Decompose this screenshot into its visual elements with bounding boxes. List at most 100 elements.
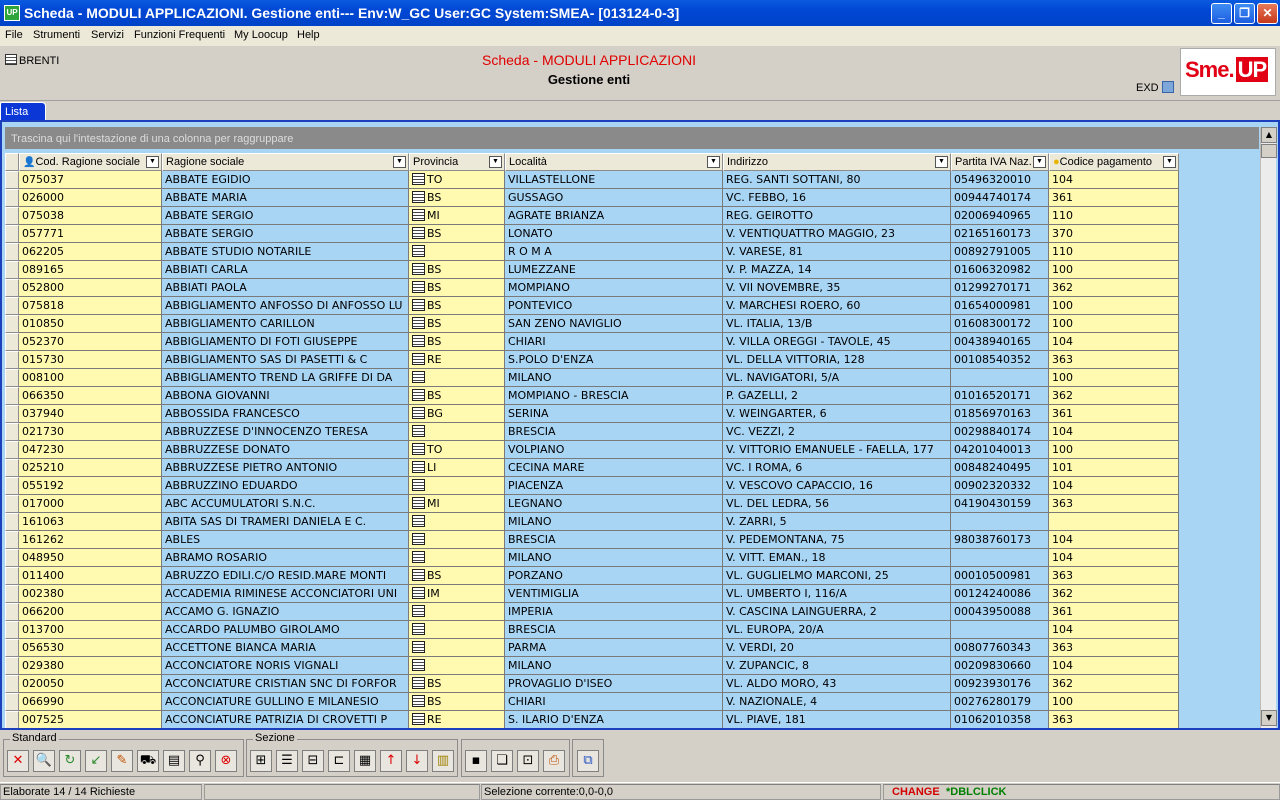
table-cell[interactable]: 02006940965 xyxy=(951,207,1049,225)
table-cell[interactable]: ABITA SAS DI TRAMERI DANIELA E C. xyxy=(162,513,409,531)
table-cell[interactable]: BRESCIA xyxy=(505,531,723,549)
table-cell[interactable]: VENTIMIGLIA xyxy=(505,585,723,603)
table-cell[interactable]: 00108540352 xyxy=(951,351,1049,369)
table-cell[interactable]: 01606320982 xyxy=(951,261,1049,279)
table-cell[interactable]: 370 xyxy=(1049,225,1179,243)
table-cell[interactable]: MILANO xyxy=(505,369,723,387)
column-header[interactable]: ●Codice pagamento ▼ xyxy=(1049,153,1179,171)
table-cell[interactable]: ABBIGLIAMENTO ANFOSSO DI ANFOSSO LU xyxy=(162,297,409,315)
table-cell[interactable]: 026000 xyxy=(19,189,162,207)
table-cell[interactable]: 04190430159 xyxy=(951,495,1049,513)
table-cell[interactable]: 037940 xyxy=(19,405,162,423)
table-cell[interactable]: BS xyxy=(409,279,505,297)
row-selector[interactable] xyxy=(5,333,19,351)
row-selector[interactable] xyxy=(5,603,19,621)
table-cell[interactable]: V. VESCOVO CAPACCIO, 16 xyxy=(723,477,951,495)
column-header[interactable]: Partita IVA Naz. ▼ xyxy=(951,153,1049,171)
row-selector[interactable] xyxy=(5,621,19,639)
windows-icon[interactable]: ⧉ xyxy=(577,750,599,772)
table-cell[interactable]: RE xyxy=(409,351,505,369)
filter-dropdown-icon[interactable]: ▼ xyxy=(489,156,502,168)
column-header[interactable]: 👤Cod. Ragione sociale ▼ xyxy=(19,153,162,171)
table-row[interactable]: 013700 ACCARDO PALUMBO GIROLAMO BRESCIA VL.… xyxy=(5,621,1259,639)
row-selector[interactable] xyxy=(5,207,19,225)
table-row[interactable]: 075037 ABBATE EGIDIO TO VILLASTELLONE REG. S… xyxy=(5,171,1259,189)
table-row[interactable]: 161262 ABLES BRESCIA V. PEDEMONTANA, 75 9803… xyxy=(5,531,1259,549)
table-cell[interactable]: 362 xyxy=(1049,279,1179,297)
table-cell[interactable]: V. VENTIQUATTRO MAGGIO, 23 xyxy=(723,225,951,243)
table-cell[interactable] xyxy=(951,549,1049,567)
table-cell[interactable]: 066200 xyxy=(19,603,162,621)
table-cell[interactable]: 104 xyxy=(1049,531,1179,549)
column-header[interactable]: Ragione sociale ▼ xyxy=(162,153,409,171)
row-selector[interactable] xyxy=(5,243,19,261)
table-row[interactable]: 015730 ABBIGLIAMENTO SAS DI PASETTI & C RE… xyxy=(5,351,1259,369)
row-selector[interactable] xyxy=(5,189,19,207)
table-cell[interactable]: BS xyxy=(409,675,505,693)
table-cell[interactable]: 01062010358 xyxy=(951,711,1049,728)
table-cell[interactable]: 363 xyxy=(1049,351,1179,369)
row-selector[interactable] xyxy=(5,261,19,279)
table-cell[interactable]: 047230 xyxy=(19,441,162,459)
table-cell[interactable]: 066350 xyxy=(19,387,162,405)
table-cell[interactable]: VL. EUROPA, 20/A xyxy=(723,621,951,639)
table-cell[interactable]: VILLASTELLONE xyxy=(505,171,723,189)
table-cell[interactable]: 01608300172 xyxy=(951,315,1049,333)
row-selector[interactable] xyxy=(5,459,19,477)
table-cell[interactable]: ABBATE STUDIO NOTARILE xyxy=(162,243,409,261)
table-cell[interactable]: VL. GUGLIELMO MARCONI, 25 xyxy=(723,567,951,585)
table-cell[interactable]: ABBIGLIAMENTO DI FOTI GIUSEPPE xyxy=(162,333,409,351)
table-cell[interactable]: BS xyxy=(409,333,505,351)
table-cell[interactable]: ACCADEMIA RIMINESE ACCONCIATORI UNI xyxy=(162,585,409,603)
table-cell[interactable]: ABBIATI CARLA xyxy=(162,261,409,279)
filter-dropdown-icon[interactable]: ▼ xyxy=(1163,156,1176,168)
table-cell[interactable]: 020050 xyxy=(19,675,162,693)
table-cell[interactable]: 00923930176 xyxy=(951,675,1049,693)
table-row[interactable]: 057771 ABBATE SERGIO BS LONATO V. VENTIQUATT… xyxy=(5,225,1259,243)
table-cell[interactable]: 00807760343 xyxy=(951,639,1049,657)
table-cell[interactable]: 362 xyxy=(1049,585,1179,603)
table-cell[interactable]: 007525 xyxy=(19,711,162,728)
edit-icon[interactable]: ✎ xyxy=(111,750,133,772)
table-cell[interactable]: 01016520171 xyxy=(951,387,1049,405)
row-selector[interactable] xyxy=(5,351,19,369)
table-cell[interactable]: SAN ZENO NAVIGLIO xyxy=(505,315,723,333)
table-row[interactable]: 052800 ABBIATI PAOLA BS MOMPIANO V. VII NOVE… xyxy=(5,279,1259,297)
refresh-icon[interactable]: ↻ xyxy=(59,750,81,772)
table-cell[interactable]: 015730 xyxy=(19,351,162,369)
table-cell[interactable]: 055192 xyxy=(19,477,162,495)
table-row[interactable]: 002380 ACCADEMIA RIMINESE ACCONCIATORI UN… xyxy=(5,585,1259,603)
table-cell[interactable]: ABBOSSIDA FRANCESCO xyxy=(162,405,409,423)
row-selector[interactable] xyxy=(5,513,19,531)
table-cell[interactable]: PROVAGLIO D'ISEO xyxy=(505,675,723,693)
table-cell[interactable]: AGRATE BRIANZA xyxy=(505,207,723,225)
table-cell[interactable]: V. NAZIONALE, 4 xyxy=(723,693,951,711)
table-cell[interactable] xyxy=(409,513,505,531)
table-cell[interactable]: BS xyxy=(409,225,505,243)
table-row[interactable]: 011400 ABRUZZO EDILI.C/O RESID.MARE MONTI… xyxy=(5,567,1259,585)
table-cell[interactable]: 363 xyxy=(1049,639,1179,657)
section-icon[interactable]: ⊏ xyxy=(328,750,350,772)
table-cell[interactable]: 363 xyxy=(1049,567,1179,585)
row-selector[interactable] xyxy=(5,711,19,728)
table-cell[interactable]: 056530 xyxy=(19,639,162,657)
table-row[interactable]: 007525 ACCONCIATURE PATRIZIA DI CROVETTI … xyxy=(5,711,1259,728)
table-cell[interactable]: 361 xyxy=(1049,603,1179,621)
arrow-up-icon[interactable]: ↑ xyxy=(380,750,402,772)
tab-lista[interactable]: Lista xyxy=(0,102,46,122)
table-cell[interactable]: V. VARESE, 81 xyxy=(723,243,951,261)
table-cell[interactable]: BRESCIA xyxy=(505,423,723,441)
table-cell[interactable]: MI xyxy=(409,207,505,225)
table-row[interactable]: 062205 ABBATE STUDIO NOTARILE R O M A V. VA… xyxy=(5,243,1259,261)
table-cell[interactable] xyxy=(951,621,1049,639)
table-cell[interactable]: 013700 xyxy=(19,621,162,639)
table-cell[interactable]: S.POLO D'ENZA xyxy=(505,351,723,369)
table-cell[interactable]: LEGNANO xyxy=(505,495,723,513)
table-cell[interactable]: VL. DEL LEDRA, 56 xyxy=(723,495,951,513)
table-cell[interactable]: MI xyxy=(409,495,505,513)
table-cell[interactable] xyxy=(409,477,505,495)
table-row[interactable]: 029380 ACCONCIATORE NORIS VIGNALI MILANO V.… xyxy=(5,657,1259,675)
menu-strumenti[interactable]: Strumenti xyxy=(33,29,80,41)
table-cell[interactable]: 052370 xyxy=(19,333,162,351)
table-cell[interactable]: 00892791005 xyxy=(951,243,1049,261)
